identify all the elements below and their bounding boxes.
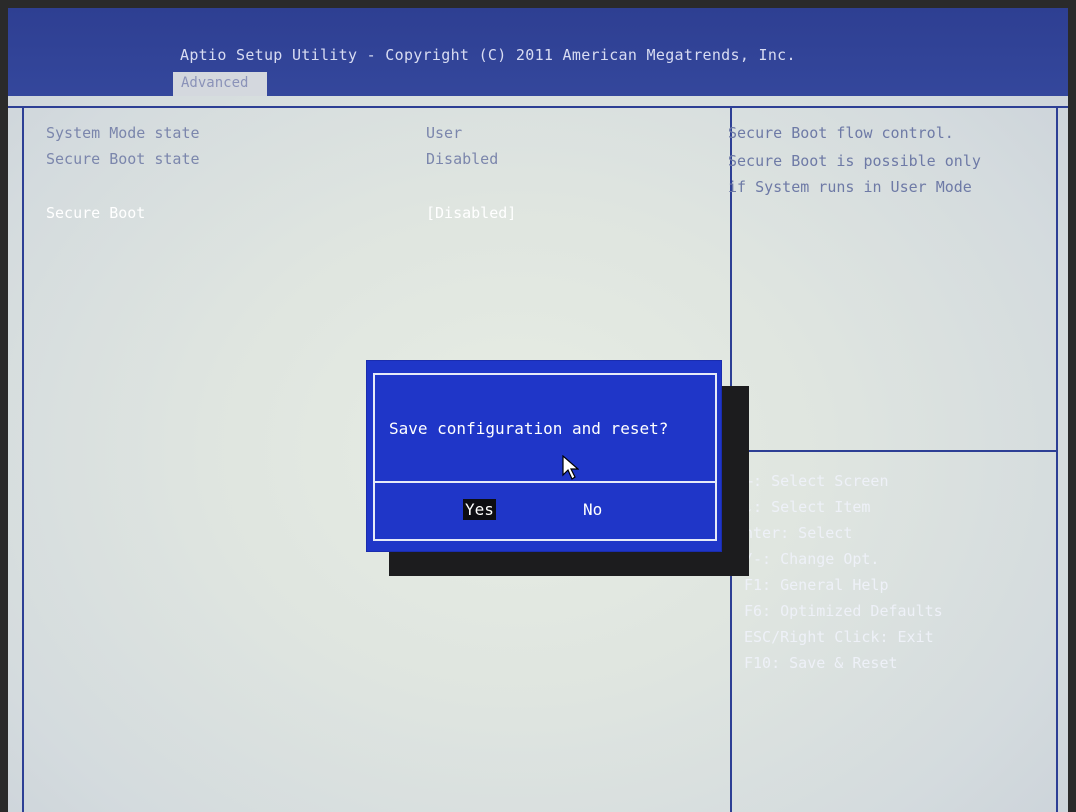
help-line: Secure Boot flow control. [728, 124, 954, 142]
mouse-pointer-icon [562, 455, 579, 480]
help-line: if System runs in User Mode [728, 178, 972, 196]
key-hint-save-reset: F10: Save & Reset [744, 654, 898, 672]
header-title: Aptio Setup Utility - Copyright (C) 2011… [180, 46, 796, 64]
key-hint-change-opt: /-: Change Opt. [744, 550, 880, 568]
item-value-system-mode-state: User [426, 124, 463, 142]
dialog-message: Save configuration and reset? [389, 419, 669, 438]
bios-screen: Aptio Setup Utility - Copyright (C) 2011… [8, 8, 1068, 812]
help-line: Secure Boot is possible only [728, 152, 981, 170]
item-label-system-mode-state: System Mode state [46, 124, 200, 142]
dialog-divider [375, 481, 715, 483]
help-key-divider [730, 450, 1058, 452]
no-button[interactable]: No [583, 500, 602, 519]
frame-left-line [22, 106, 24, 812]
key-hint-select-screen: ←: Select Screen [744, 472, 889, 490]
dialog-border: Save configuration and reset? Yes No [373, 373, 717, 541]
yes-button[interactable]: Yes [463, 499, 496, 520]
key-hint-select: nter: Select [744, 524, 853, 542]
item-value-secure-boot[interactable]: [Disabled] [426, 204, 516, 222]
header-bar: Aptio Setup Utility - Copyright (C) 2011… [8, 8, 1068, 96]
frame-top-line [8, 106, 1068, 108]
item-value-secure-boot-state: Disabled [426, 150, 499, 168]
item-label-secure-boot-state: Secure Boot state [46, 150, 200, 168]
key-hint-exit: ESC/Right Click: Exit [744, 628, 934, 646]
tab-advanced[interactable]: Advanced [173, 72, 267, 96]
key-hint-general-help: F1: General Help [744, 576, 889, 594]
key-hint-optimized-defaults: F6: Optimized Defaults [744, 602, 943, 620]
confirm-dialog: Save configuration and reset? Yes No [366, 360, 722, 552]
key-hint-select-item: ↓: Select Item [744, 498, 871, 516]
item-label-secure-boot[interactable]: Secure Boot [46, 204, 145, 222]
frame-right-line [1056, 106, 1058, 812]
